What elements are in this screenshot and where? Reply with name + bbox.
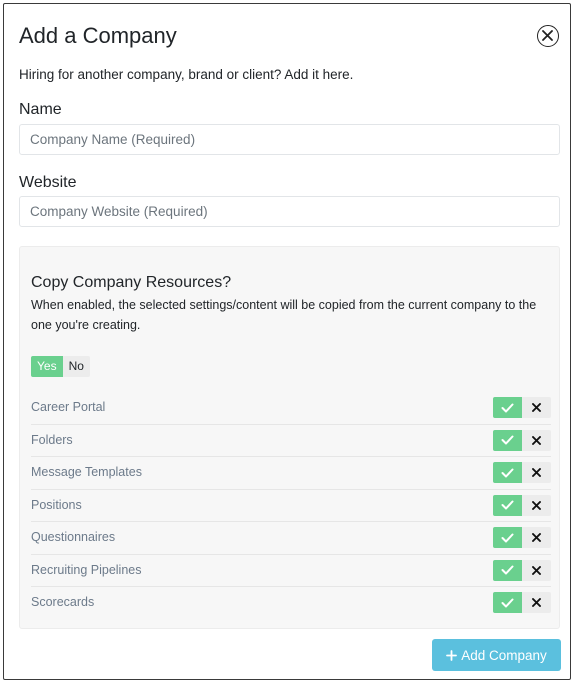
- resource-include-button[interactable]: [493, 397, 522, 418]
- resource-list: Career Portal Folders Message Templates Pos…: [31, 392, 551, 620]
- resource-toggle: [493, 462, 551, 483]
- resource-row: Questionnaires: [31, 522, 551, 555]
- resource-row: Recruiting Pipelines: [31, 555, 551, 587]
- resource-exclude-button[interactable]: [522, 462, 551, 483]
- resource-include-button[interactable]: [493, 462, 522, 483]
- copy-resources-title: Copy Company Resources?: [31, 274, 232, 291]
- plus-icon: [446, 649, 458, 661]
- resource-exclude-button[interactable]: [522, 429, 551, 451]
- resource-include-button[interactable]: [493, 494, 522, 516]
- modal-title: Add a Company: [19, 23, 177, 48]
- resource-toggle: [493, 527, 551, 548]
- x-icon: [532, 403, 541, 412]
- resource-exclude-button[interactable]: [522, 592, 551, 613]
- check-icon: [501, 500, 514, 510]
- resource-exclude-button[interactable]: [522, 559, 551, 581]
- check-icon: [501, 533, 514, 542]
- x-icon: [532, 565, 541, 575]
- company-name-input[interactable]: [19, 124, 560, 155]
- resource-include-button[interactable]: [493, 559, 522, 581]
- check-icon: [501, 435, 514, 445]
- resource-exclude-button[interactable]: [522, 494, 551, 516]
- website-label: Website: [19, 174, 77, 191]
- resource-row: Positions: [31, 490, 551, 522]
- toggle-yes-button[interactable]: Yes: [31, 356, 63, 377]
- add-company-button[interactable]: Add Company: [432, 639, 561, 671]
- x-icon: [532, 435, 541, 445]
- resource-include-button[interactable]: [493, 592, 522, 613]
- resource-label: Career Portal: [31, 400, 106, 414]
- resource-toggle: [493, 592, 551, 613]
- x-icon: [532, 598, 541, 607]
- resource-label: Positions: [31, 497, 82, 512]
- toggle-no-button[interactable]: No: [62, 356, 90, 377]
- modal-subtitle: Hiring for another company, brand or cli…: [19, 67, 354, 82]
- resource-exclude-button[interactable]: [522, 527, 551, 548]
- resource-label: Folders: [31, 432, 73, 447]
- close-button[interactable]: [537, 25, 559, 47]
- copy-resources-panel: Copy Company Resources? When enabled, th…: [19, 246, 560, 629]
- check-icon: [501, 403, 514, 412]
- name-label: Name: [19, 101, 62, 118]
- resource-row: Folders: [31, 425, 551, 457]
- resource-row: Career Portal: [31, 392, 551, 425]
- resource-row: Message Templates: [31, 457, 551, 490]
- resource-toggle: [493, 397, 551, 418]
- check-icon: [501, 598, 514, 607]
- check-icon: [501, 468, 514, 477]
- resource-toggle: [493, 429, 551, 451]
- resource-row: Scorecards: [31, 587, 551, 620]
- resource-toggle: [493, 494, 551, 516]
- company-website-input[interactable]: [19, 196, 560, 227]
- resource-exclude-button[interactable]: [522, 397, 551, 418]
- x-icon: [532, 468, 541, 477]
- copy-resources-toggle: Yes No: [31, 356, 90, 377]
- resource-label: Message Templates: [31, 465, 142, 479]
- check-icon: [501, 565, 514, 575]
- x-icon: [532, 500, 541, 510]
- resource-include-button[interactable]: [493, 429, 522, 451]
- close-icon: [542, 30, 553, 41]
- add-company-button-label: Add Company: [461, 647, 547, 663]
- resource-label: Recruiting Pipelines: [31, 562, 142, 577]
- resource-label: Questionnaires: [31, 530, 116, 544]
- resource-label: Scorecards: [31, 595, 95, 609]
- resource-include-button[interactable]: [493, 527, 522, 548]
- add-company-modal: Add a Company Hiring for another company…: [3, 3, 571, 680]
- resource-toggle: [493, 559, 551, 581]
- copy-resources-description: When enabled, the selected settings/cont…: [31, 298, 537, 332]
- x-icon: [532, 533, 541, 542]
